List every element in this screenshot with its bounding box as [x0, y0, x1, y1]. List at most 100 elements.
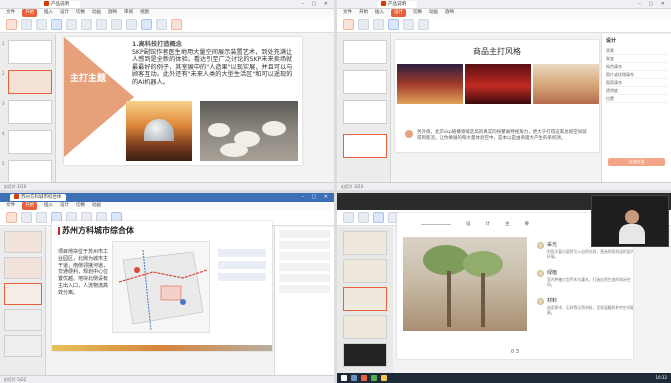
cut-icon[interactable]	[21, 19, 32, 30]
panel-row[interactable]: 纯色填充	[606, 63, 667, 71]
panel-row[interactable]: 背景	[606, 47, 667, 55]
shape-icon[interactable]	[141, 19, 152, 30]
store-photo[interactable]	[397, 64, 463, 104]
webcam-overlay[interactable]	[591, 195, 669, 247]
menu-animation[interactable]: 动画	[92, 202, 101, 210]
slide-thumb[interactable]: 3	[2, 100, 52, 124]
slide-thumb-selected[interactable]	[343, 134, 387, 158]
slide-canvas[interactable]: 苏州方科城市综合体 项目地块位于苏州市工业园区，北侧为城市主干道，南侧邻接河道，…	[52, 221, 272, 351]
menu-insert[interactable]: 插入	[44, 202, 53, 210]
menu-file[interactable]: 文件	[6, 202, 15, 210]
sheep-photo[interactable]	[200, 101, 298, 161]
app-icon[interactable]	[371, 375, 377, 381]
background-icon[interactable]	[403, 19, 414, 30]
panel-row[interactable]	[279, 230, 330, 238]
menu-home[interactable]: 开始	[22, 202, 37, 210]
new-slide-icon[interactable]	[51, 19, 62, 30]
panel-row[interactable]: 位置	[606, 95, 667, 103]
theme-icon[interactable]	[388, 19, 399, 30]
menu-transition[interactable]: 切换	[413, 9, 422, 17]
cut-icon[interactable]	[21, 212, 32, 223]
document-tab[interactable]: 产品说明	[377, 1, 417, 8]
tool-icon[interactable]	[358, 212, 369, 223]
folder-icon[interactable]	[381, 375, 387, 381]
menu-animation[interactable]: 动画	[92, 9, 101, 17]
slide-thumb[interactable]	[343, 40, 387, 64]
document-tab[interactable]: 产品说明	[40, 1, 80, 8]
panel-row[interactable]: 渐变	[606, 55, 667, 63]
start-icon[interactable]	[341, 375, 347, 381]
slide-thumb[interactable]	[343, 259, 387, 283]
picture-icon[interactable]	[171, 19, 182, 30]
menu-slideshow[interactable]: 放映	[445, 9, 454, 17]
bold-icon[interactable]	[96, 19, 107, 30]
menu-slideshow[interactable]: 放映	[108, 9, 117, 17]
slide-canvas[interactable]: 主打主题 1.高科技打造概念 SKP副馆作者医生地用大量空间展示装置艺术，到处充…	[64, 37, 302, 165]
copy-icon[interactable]	[36, 212, 47, 223]
arrange-icon[interactable]	[156, 19, 167, 30]
menu-file[interactable]: 文件	[6, 9, 15, 17]
slide-thumb[interactable]: 5	[2, 160, 52, 184]
align-icon[interactable]	[126, 19, 137, 30]
menu-insert[interactable]: 插入	[44, 9, 53, 17]
panel-row[interactable]: 透明度	[606, 87, 667, 95]
menu-insert[interactable]: 插入	[375, 9, 384, 17]
copy-icon[interactable]	[36, 19, 47, 30]
slide-canvas[interactable]: 商品主打风格 另外值，北京skp随播领域走高的真实的纷繁展特视角力，更大于打得这…	[395, 40, 599, 152]
slide-thumb[interactable]: 4	[2, 130, 52, 154]
panel-row[interactable]: 图案填充	[606, 79, 667, 87]
slide-thumb[interactable]	[4, 231, 42, 253]
font-icon[interactable]	[81, 19, 92, 30]
tool-icon[interactable]	[343, 212, 354, 223]
slide-thumb[interactable]	[343, 231, 387, 255]
panel-row[interactable]	[279, 252, 330, 260]
astronaut-photo[interactable]	[126, 101, 192, 161]
paste-icon[interactable]	[6, 212, 17, 223]
theme-icon[interactable]	[373, 19, 384, 30]
panel-row[interactable]	[279, 274, 330, 282]
menu-design[interactable]: 设计	[60, 9, 69, 17]
menu-design[interactable]: 设计	[60, 202, 69, 210]
menu-home[interactable]: 开始	[22, 9, 37, 17]
store-photo[interactable]	[533, 64, 599, 104]
window-controls[interactable]: – ▢ ✕	[301, 0, 331, 9]
theme-icon[interactable]	[343, 19, 354, 30]
panel-row[interactable]	[279, 241, 330, 249]
paste-icon[interactable]	[6, 19, 17, 30]
app-icon[interactable]	[361, 375, 367, 381]
slide-thumb[interactable]	[343, 70, 387, 94]
site-plan-map[interactable]	[112, 241, 210, 333]
layout-icon[interactable]	[66, 19, 77, 30]
slide-thumb[interactable]	[4, 309, 42, 331]
window-controls[interactable]: – ▢ ✕	[301, 193, 331, 202]
menu-file[interactable]: 文件	[343, 9, 352, 17]
slide-thumb-selected[interactable]	[4, 283, 42, 305]
slide-thumb[interactable]	[4, 257, 42, 279]
slide-thumb[interactable]	[343, 315, 387, 339]
search-icon[interactable]	[351, 375, 357, 381]
panel-row[interactable]	[279, 263, 330, 271]
panel-row[interactable]: 图片或纹理填充	[606, 71, 667, 79]
menu-animation[interactable]: 动画	[429, 9, 438, 17]
interior-photo[interactable]	[403, 237, 527, 331]
slide-thumb[interactable]: 1	[2, 40, 52, 64]
slide-thumb-selected[interactable]	[343, 287, 387, 311]
window-controls[interactable]: – ▢ ✕	[638, 0, 668, 9]
slide-thumb[interactable]	[343, 343, 387, 367]
menu-transition[interactable]: 切换	[76, 202, 85, 210]
slide-thumb[interactable]	[343, 100, 387, 124]
slide-body[interactable]: 1.高科技打造概念 SKP副馆作者医生地用大量空间展示装置艺术，到处充满让人感到…	[132, 41, 298, 86]
store-photo[interactable]	[465, 64, 531, 104]
menu-view[interactable]: 视图	[140, 9, 149, 17]
apply-all-button[interactable]: 全部应用	[608, 158, 665, 166]
italic-icon[interactable]	[111, 19, 122, 30]
menu-home[interactable]: 开始	[359, 9, 368, 17]
menu-design[interactable]: 设计	[391, 9, 406, 17]
menu-review[interactable]: 审阅	[124, 9, 133, 17]
document-tab[interactable]: 苏州方科城市综合体	[10, 194, 66, 201]
slide-thumb-selected[interactable]: 2	[2, 70, 52, 94]
slide-size-icon[interactable]	[418, 19, 429, 30]
tool-icon[interactable]	[373, 212, 384, 223]
panel-row[interactable]	[279, 285, 330, 293]
menu-transition[interactable]: 切换	[76, 9, 85, 17]
